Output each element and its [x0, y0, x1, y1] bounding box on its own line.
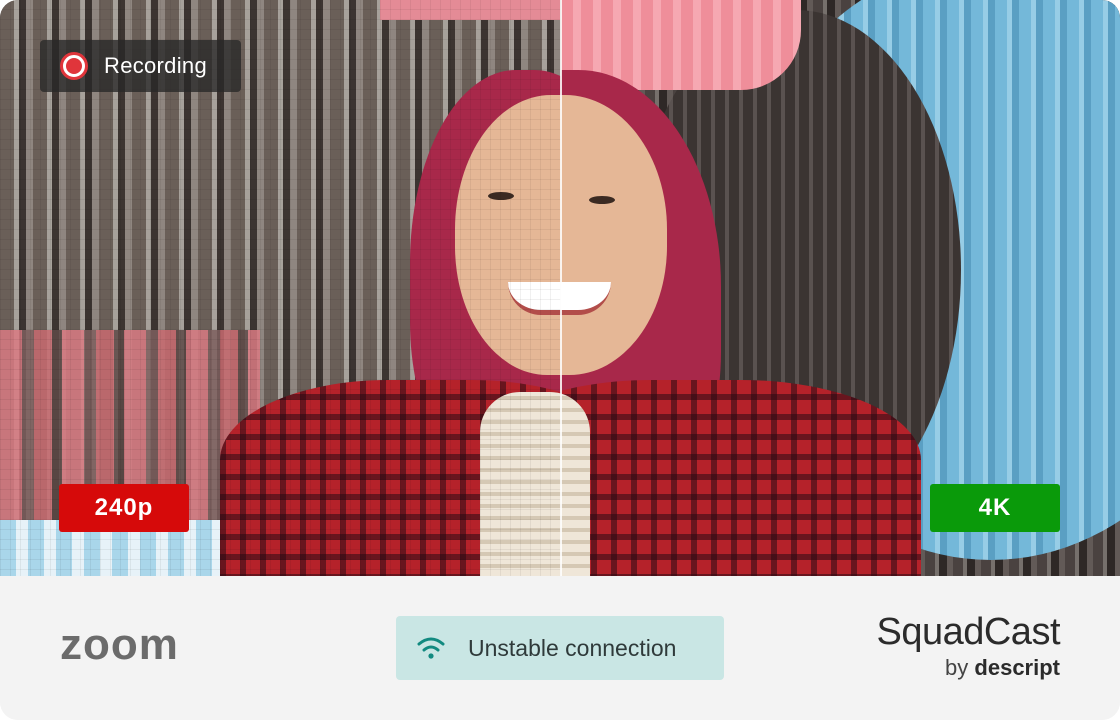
shirt: [561, 380, 921, 576]
brand-name: SquadCast: [876, 611, 1060, 653]
recording-label: Recording: [104, 53, 207, 78]
resolution-label: 4K: [978, 494, 1012, 521]
comparison-card: Recording 240p 4K zoom Unstable connecti…: [0, 0, 1120, 720]
footer-bar: zoom Unstable connection SquadCast by de…: [0, 576, 1120, 720]
eye: [589, 196, 615, 204]
wifi-arc-inner: [422, 645, 440, 652]
record-icon: [60, 52, 88, 80]
brand-descript: descript: [974, 655, 1060, 680]
wifi-icon: [417, 637, 445, 659]
brand-subtitle: by descript: [876, 654, 1060, 682]
zoom-logo: zoom: [60, 620, 179, 669]
resolution-badge-240p: 240p: [59, 484, 189, 532]
video-comparison: Recording 240p 4K: [0, 0, 1120, 576]
wifi-dot: [428, 653, 434, 659]
recording-indicator: Recording: [40, 40, 241, 92]
brand-by: by: [945, 655, 969, 680]
microphone: [561, 392, 590, 576]
squadcast-logo: SquadCast by descript: [876, 610, 1060, 682]
connection-status: Unstable connection: [396, 616, 724, 680]
wifi-arc-outer: [417, 637, 445, 646]
connection-label: Unstable connection: [468, 634, 677, 661]
split-divider: [560, 0, 562, 576]
resolution-label: 240p: [94, 494, 154, 521]
resolution-badge-4k: 4K: [930, 484, 1060, 532]
